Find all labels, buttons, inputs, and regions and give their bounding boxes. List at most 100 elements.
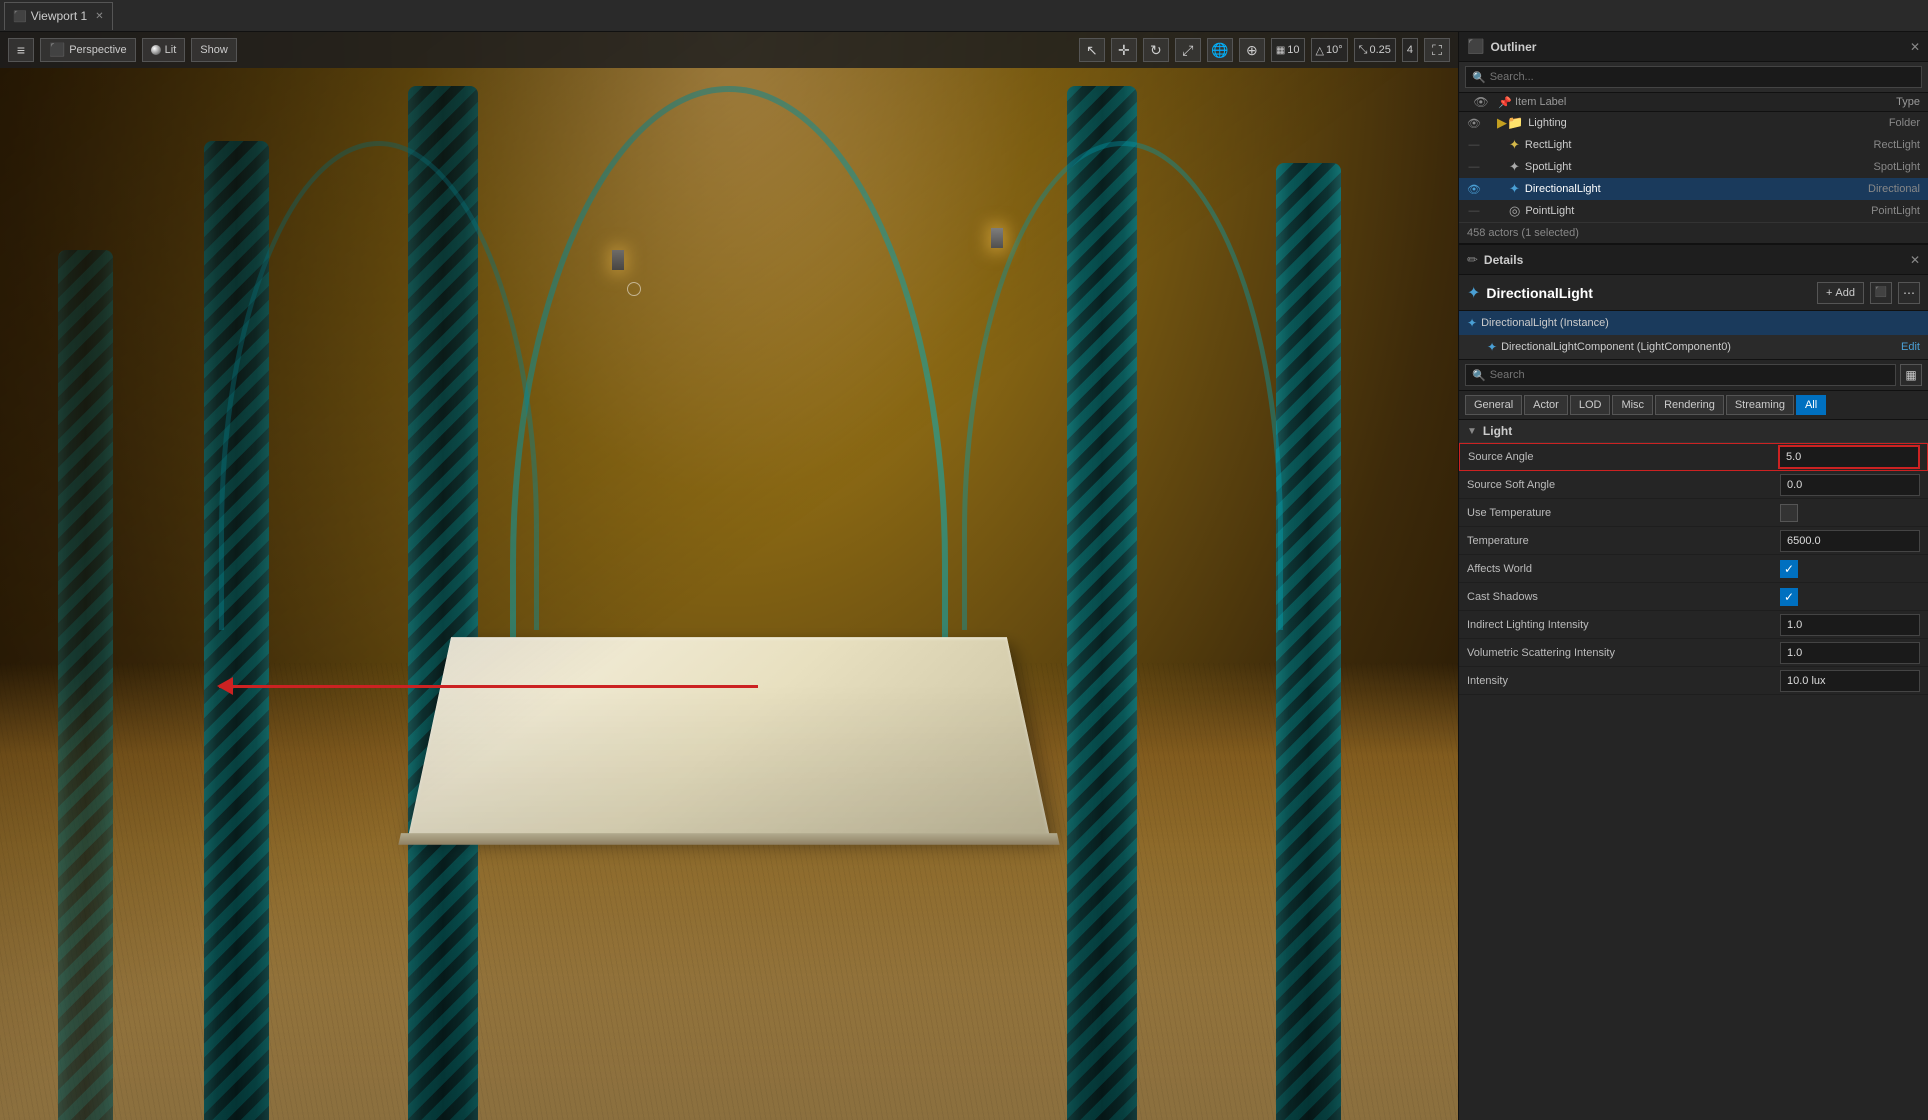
directional-instance-icon: ✦ xyxy=(1467,316,1477,330)
scale-tool-button[interactable]: ⤢ xyxy=(1175,38,1201,62)
property-row-indirect-lighting-intensity: Indirect Lighting Intensity xyxy=(1459,611,1928,639)
filter-tabs: General Actor LOD Misc Rendering Streami… xyxy=(1459,391,1928,420)
type-col-header: Type xyxy=(1820,96,1920,108)
filter-tab-misc[interactable]: Misc xyxy=(1612,395,1653,415)
blueprint-button[interactable]: ⬛ xyxy=(1870,282,1892,304)
angle-group[interactable]: △ 10° xyxy=(1311,38,1348,62)
item-visibility-toggle[interactable]: — xyxy=(1463,200,1485,222)
details-close-button[interactable]: ✕ xyxy=(1910,253,1920,267)
light-section-header[interactable]: ▼ Light xyxy=(1459,420,1928,443)
viewport-tab[interactable]: ⬛ Viewport 1 ✕ xyxy=(4,2,113,30)
scale-group[interactable]: ⤡ 0.25 xyxy=(1354,38,1396,62)
affects-world-value: ✓ xyxy=(1780,560,1920,578)
affects-world-checkbox[interactable]: ✓ xyxy=(1780,560,1798,578)
lit-button[interactable]: Lit xyxy=(142,38,186,62)
filter-streaming-label: Streaming xyxy=(1735,399,1785,411)
show-label: Show xyxy=(200,44,228,56)
visibility-icon: 👁 xyxy=(1473,95,1488,109)
dots-icon: ⋯ xyxy=(1903,286,1915,300)
add-label: Add xyxy=(1835,287,1855,299)
cast-shadows-checkbox[interactable]: ✓ xyxy=(1780,588,1798,606)
source-soft-angle-label: Source Soft Angle xyxy=(1467,479,1780,491)
outliner-close-button[interactable]: ✕ xyxy=(1910,40,1920,54)
list-item[interactable]: — ✦ SpotLight SpotLight xyxy=(1459,156,1928,178)
snap-icon: ⊕ xyxy=(1246,42,1258,59)
cast-shadows-label: Cast Shadows xyxy=(1467,591,1780,603)
scale-label: 0.25 xyxy=(1369,44,1390,56)
eye-hidden-icon: — xyxy=(1469,205,1480,217)
grid-view-icon: ▦ xyxy=(1905,368,1916,382)
details-header: ✏ Details ✕ xyxy=(1459,245,1928,275)
item-label-text: RectLight xyxy=(1525,139,1822,151)
outliner-toolbar: 🔍 xyxy=(1459,62,1928,93)
source-angle-input[interactable] xyxy=(1779,446,1919,468)
right-panel: ⬛ Outliner ✕ 🔍 👁 📌 Item Label Type xyxy=(1458,32,1928,1120)
filter-tab-actor[interactable]: Actor xyxy=(1524,395,1568,415)
item-label-col-header: Item Label xyxy=(1515,96,1820,108)
list-item[interactable]: — ◎ PointLight PointLight xyxy=(1459,200,1928,222)
volumetric-scattering-intensity-input[interactable] xyxy=(1780,642,1920,664)
select-tool-button[interactable]: ↖ xyxy=(1079,38,1105,62)
temperature-input[interactable] xyxy=(1780,530,1920,552)
filter-tab-streaming[interactable]: Streaming xyxy=(1726,395,1794,415)
properties-area: ▼ Light Source Angle Source Soft Angle xyxy=(1459,420,1928,1120)
intensity-input[interactable] xyxy=(1780,670,1920,692)
intensity-value xyxy=(1780,670,1920,692)
list-item[interactable]: 👁 ▶📁 Lighting Folder xyxy=(1459,112,1928,134)
item-visibility-toggle[interactable]: — xyxy=(1463,134,1485,156)
outliner-panel-title: Outliner xyxy=(1490,40,1904,54)
details-search-row: 🔍 ▦ xyxy=(1459,360,1928,391)
item-visibility-toggle[interactable]: — xyxy=(1463,156,1485,178)
item-visibility-toggle[interactable]: 👁 xyxy=(1463,112,1485,134)
item-label-text: SpotLight xyxy=(1525,161,1822,173)
grid-size-group[interactable]: ▦ 10 xyxy=(1271,38,1305,62)
hamburger-menu-button[interactable]: ≡ xyxy=(8,38,34,62)
world-space-button[interactable]: 🌐 xyxy=(1207,38,1233,62)
rotate-tool-button[interactable]: ↻ xyxy=(1143,38,1169,62)
filter-tab-lod[interactable]: LOD xyxy=(1570,395,1611,415)
viewport-tab-close[interactable]: ✕ xyxy=(95,11,103,22)
more-options-button[interactable]: ⋯ xyxy=(1898,282,1920,304)
viewport-area: ≡ ⬛ Perspective Lit Show ↖ ✛ ↻ xyxy=(0,32,1458,1120)
filter-tab-rendering[interactable]: Rendering xyxy=(1655,395,1724,415)
viewport-toolbar: ≡ ⬛ Perspective Lit Show ↖ ✛ ↻ xyxy=(0,32,1458,68)
property-row-affects-world: Affects World ✓ xyxy=(1459,555,1928,583)
item-type-text: Directional xyxy=(1824,183,1924,195)
list-item[interactable]: 👁 ✦ DirectionalLight Directional xyxy=(1459,178,1928,200)
source-soft-angle-input[interactable] xyxy=(1780,474,1920,496)
item-visibility-toggle[interactable]: 👁 xyxy=(1463,178,1485,200)
directional-light-icon: ✦ xyxy=(1509,181,1520,197)
add-component-button[interactable]: + Add xyxy=(1817,282,1864,304)
translate-tool-button[interactable]: ✛ xyxy=(1111,38,1137,62)
use-temperature-checkbox[interactable] xyxy=(1780,504,1798,522)
outliner-search-box[interactable]: 🔍 xyxy=(1465,66,1922,88)
rotate-icon: ↻ xyxy=(1150,42,1162,59)
perspective-button[interactable]: ⬛ Perspective xyxy=(40,38,136,62)
scale-icon: ⤢ xyxy=(1182,42,1193,59)
details-search-box[interactable]: 🔍 xyxy=(1465,364,1896,386)
filter-tab-all[interactable]: All xyxy=(1796,395,1826,415)
details-search-input[interactable] xyxy=(1490,369,1889,381)
item-label-text: PointLight xyxy=(1525,205,1822,217)
filter-tab-general[interactable]: General xyxy=(1465,395,1522,415)
source-angle-value xyxy=(1779,446,1919,468)
num-group[interactable]: 4 xyxy=(1402,38,1418,62)
viewport-scene xyxy=(0,32,1458,1120)
edit-component-button[interactable]: Edit xyxy=(1901,341,1920,353)
maximize-button[interactable]: ⛶ xyxy=(1424,38,1450,62)
snap-button[interactable]: ⊕ xyxy=(1239,38,1265,62)
indirect-lighting-intensity-input[interactable] xyxy=(1780,614,1920,636)
component-lightcomponent-item[interactable]: ✦ DirectionalLightComponent (LightCompon… xyxy=(1459,335,1928,359)
list-item[interactable]: — ✦ RectLight RectLight xyxy=(1459,134,1928,156)
plus-icon: + xyxy=(1826,287,1832,299)
eye-hidden-icon: — xyxy=(1469,161,1480,173)
outliner-items-list: 👁 ▶📁 Lighting Folder — ✦ RectLight RectL… xyxy=(1459,112,1928,222)
indirect-lighting-intensity-label: Indirect Lighting Intensity xyxy=(1467,619,1780,631)
point-light-icon: ◎ xyxy=(1509,203,1520,219)
globe-icon: 🌐 xyxy=(1211,42,1228,59)
outliner-search-input[interactable] xyxy=(1490,71,1915,83)
component-instance-item[interactable]: ✦ DirectionalLight (Instance) xyxy=(1459,311,1928,335)
maximize-icon: ⛶ xyxy=(1432,42,1442,59)
details-grid-view-button[interactable]: ▦ xyxy=(1900,364,1922,386)
show-button[interactable]: Show xyxy=(191,38,237,62)
